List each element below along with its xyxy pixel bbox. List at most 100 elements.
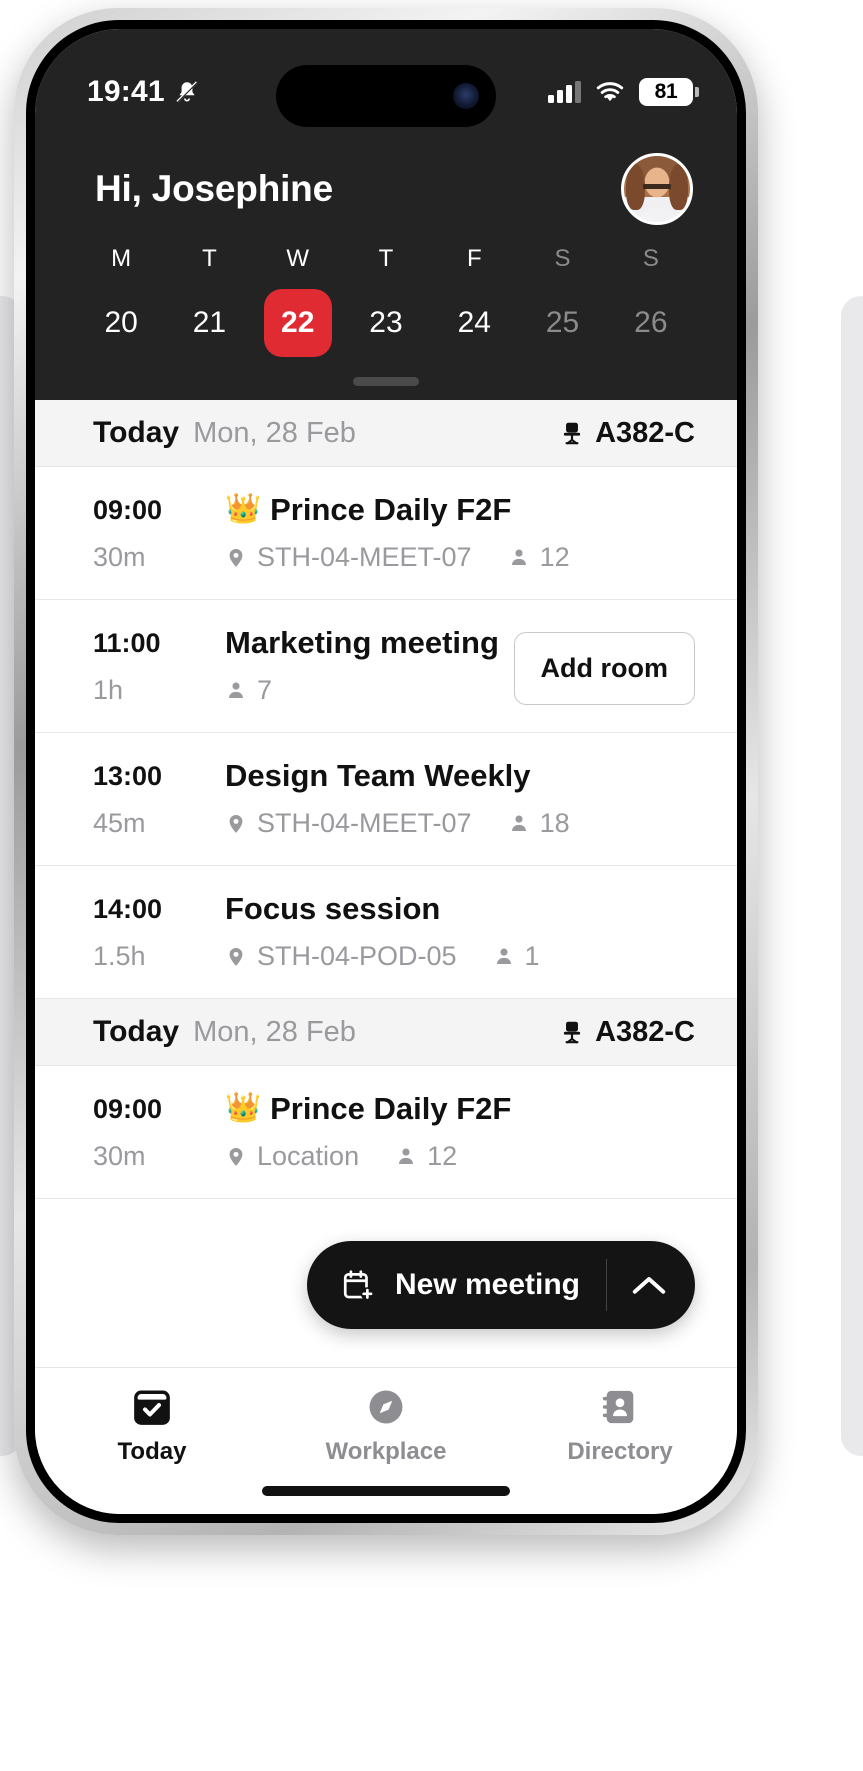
meeting-time-block: 11:00 1h [93,626,225,706]
status-bar: 19:41 81 [35,29,737,127]
week-day-20[interactable]: M 20 [77,245,165,357]
meeting-location: Location [257,1141,360,1172]
battery-level: 81 [654,80,678,103]
meeting-time-block: 09:00 30m [93,493,225,573]
week-day-letter: F [466,245,482,272]
meeting-emoji: 👑 [225,493,262,526]
week-day-number: 20 [104,306,138,339]
week-day-number-wrap: 21 [165,289,253,357]
page-title: Hi, Josephine [95,168,333,209]
meeting-start-time: 14:00 [93,894,163,925]
week-day-number-wrap: 22 [254,289,342,357]
fab-expand-button[interactable] [607,1273,691,1297]
agenda-sections: Today Mon, 28 Feb A382-C 09:00 30m 👑 Prince Da… [35,400,737,1200]
tab-directory[interactable]: Directory [503,1386,737,1466]
meeting-duration: 30m [93,542,146,572]
new-meeting-button[interactable]: New meeting [341,1268,606,1302]
avatar-eyes [643,184,671,189]
meeting-location: STH-04-MEET-07 [257,542,472,573]
week-day-22[interactable]: W 22 [254,245,342,357]
avatar-hair-right [669,164,688,210]
week-day-number-wrap: 20 [77,289,165,357]
meeting-details: Design Team Weekly STH-04-MEET-07 18 [225,759,695,839]
status-bar-left: 19:41 [87,75,200,109]
meeting-meta-row: STH-04-MEET-07 18 [225,808,695,839]
day-header: Today Mon, 28 Feb A382-C [35,400,737,467]
meeting-row[interactable]: 13:00 45m Design Team Weekly STH-04-MEET-07… [35,733,737,867]
meeting-duration: 1.5h [93,941,146,972]
meeting-title-row: Marketing meeting [225,625,500,660]
battery-indicator: 81 [639,78,699,106]
meeting-title: Design Team Weekly [225,758,531,794]
meeting-start-time: 13:00 [93,761,163,792]
office-chair-icon [559,418,585,448]
week-day-23[interactable]: T 23 [342,245,430,357]
meeting-details: 👑 Prince Daily F2F STH-04-MEET-07 12 [225,492,695,573]
week-day-number: 22 [263,289,332,357]
desk-code: A382-C [595,1015,695,1048]
drag-handle[interactable] [353,377,419,386]
desk-code: A382-C [595,416,695,449]
week-day-25[interactable]: S 25 [518,245,606,357]
meeting-title: Focus session [225,891,441,927]
avatar[interactable] [621,153,693,225]
meeting-row[interactable]: 11:00 1h Marketing meeting 7 Add room [35,600,737,734]
meeting-title-row: Design Team Weekly [225,759,695,793]
meeting-details: 👑 Prince Daily F2F Location 12 [225,1092,695,1172]
new-meeting-fab[interactable]: New meeting [306,1241,695,1329]
app-header: 19:41 81 Hi, Josephine M 20 T 21 W 22 T … [35,29,737,400]
phone-screen: 19:41 81 Hi, Josephine M 20 T 21 W 22 T … [35,29,737,1514]
sheet-grabber-area[interactable] [35,357,737,400]
day-header-date: Mon, 28 Feb [193,416,356,449]
add-room-button[interactable]: Add room [513,632,695,706]
phone-bezel: 19:41 81 Hi, Josephine M 20 T 21 W 22 T … [26,20,746,1523]
week-day-24[interactable]: F 24 [430,245,518,357]
meeting-start-time: 09:00 [93,1094,163,1125]
meeting-duration: 1h [93,675,124,706]
meeting-time-block: 13:00 45m [93,759,225,839]
meeting-duration: 45m [93,808,146,839]
week-calendar-strip: M 20 T 21 W 22 T 23 F 24 S 25 S 26 [35,245,737,357]
meeting-meta-row: STH-04-POD-05 1 [225,941,695,972]
week-day-26[interactable]: S 26 [607,245,695,357]
agenda-content: Today Mon, 28 Feb A382-C 09:00 30m 👑 Prince Da… [35,400,737,1367]
meeting-meta-row: Location 12 [225,1141,695,1172]
desk-booking-badge[interactable]: A382-C [559,417,695,450]
tab-workplace[interactable]: Workplace [269,1386,503,1466]
meeting-attendee-count: 7 [257,675,273,706]
bell-muted-icon [174,78,200,106]
meeting-time-block: 09:00 30m [93,1092,225,1172]
day-header-date: Mon, 28 Feb [193,1015,356,1048]
week-day-letter: W [286,245,310,272]
meeting-row[interactable]: 09:00 30m 👑 Prince Daily F2F STH-04-MEET-07 1… [35,467,737,601]
desk-booking-badge[interactable]: A382-C [559,1016,695,1049]
cellular-signal-icon [548,81,581,103]
week-day-number-wrap: 25 [518,289,606,357]
new-meeting-label: New meeting [394,1268,580,1301]
contact-book-icon [599,1386,641,1428]
phone-frame: 19:41 81 Hi, Josephine M 20 T 21 W 22 T … [14,8,758,1535]
week-day-number: 26 [634,306,668,339]
week-day-21[interactable]: T 21 [165,245,253,357]
meeting-location: STH-04-POD-05 [257,941,457,972]
week-day-number: 24 [457,306,491,339]
week-day-number-wrap: 24 [430,289,518,357]
wifi-icon [595,81,625,103]
week-day-number-wrap: 23 [342,289,430,357]
office-chair-icon [559,1017,585,1047]
location-pin-icon [225,944,247,970]
meeting-row[interactable]: 09:00 30m 👑 Prince Daily F2F Location 12 [35,1066,737,1200]
home-indicator-area [35,1472,737,1514]
week-day-letter: S [642,245,659,272]
home-indicator[interactable] [262,1486,510,1496]
meeting-row[interactable]: 14:00 1.5h Focus session STH-04-POD-05 1 [35,866,737,1000]
tab-today[interactable]: Today [35,1386,269,1466]
person-icon [225,678,247,704]
bottom-tab-bar: Today Workplace Directory [35,1367,737,1472]
background-phone-right [841,296,863,1456]
tab-label: Today [117,1438,187,1465]
meeting-start-time: 11:00 [93,628,161,659]
meeting-action: Add room [500,626,695,706]
calendar-check-icon [131,1386,173,1428]
week-day-letter: T [202,245,217,272]
